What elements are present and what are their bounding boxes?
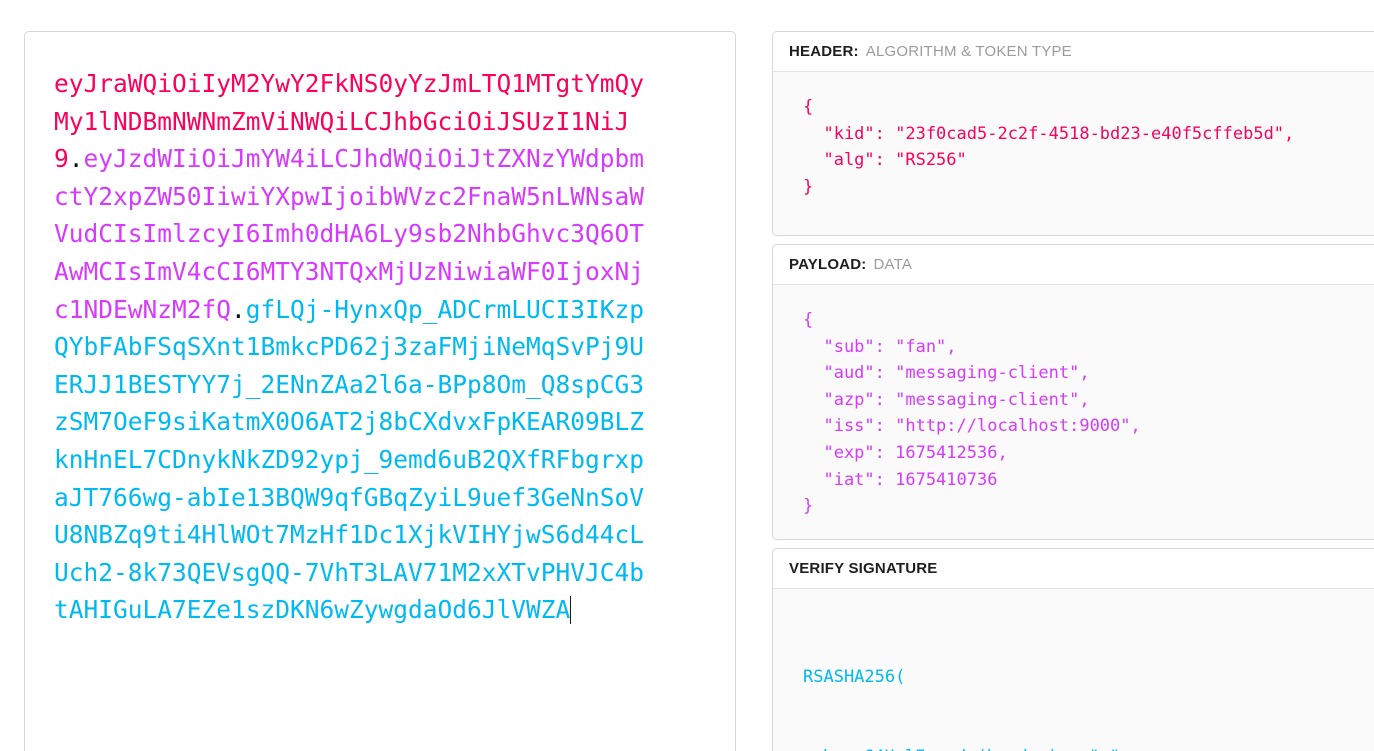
token-separator-1: . — [68, 144, 84, 174]
signature-line-1: RSASHA256( — [803, 667, 906, 688]
verify-signature-section: VERIFY SIGNATURE RSASHA256( base64UrlEnc… — [772, 548, 1374, 751]
text-caret — [570, 596, 572, 625]
signature-formula-body: RSASHA256( base64UrlEncode(header) + "."… — [773, 589, 1374, 751]
decoded-payload-title: PAYLOAD: DATA — [773, 245, 1374, 285]
header-sublabel: ALGORITHM & TOKEN TYPE — [865, 43, 1072, 60]
decoded-header-section: HEADER: ALGORITHM & TOKEN TYPE { "kid": … — [772, 31, 1374, 236]
decoded-header-json[interactable]: { "kid": "23f0cad5-2c2f-4518-bd23-e40f5c… — [773, 72, 1374, 235]
header-label: HEADER: — [789, 43, 859, 60]
decoded-header-title: HEADER: ALGORITHM & TOKEN TYPE — [773, 32, 1374, 72]
encoded-token-panel[interactable]: eyJraWQiOiIyM2YwY2FkNS0yYzJmLTQ1MTgtYmQy… — [24, 31, 736, 751]
decoded-column: HEADER: ALGORITHM & TOKEN TYPE { "kid": … — [772, 31, 1374, 751]
payload-sublabel: DATA — [873, 256, 913, 273]
encoded-token-input[interactable]: eyJraWQiOiIyM2YwY2FkNS0yYzJmLTQ1MTgtYmQy… — [54, 65, 652, 629]
decoded-payload-section: PAYLOAD: DATA { "sub": "fan", "aud": "me… — [772, 244, 1374, 540]
signature-label: VERIFY SIGNATURE — [789, 560, 938, 577]
signature-line-2: base64UrlEncode(header) + "." + — [803, 744, 1374, 751]
jwt-debugger: eyJraWQiOiIyM2YwY2FkNS0yYzJmLTQ1MTgtYmQy… — [0, 0, 1374, 751]
decoded-payload-json[interactable]: { "sub": "fan", "aud": "messaging-client… — [773, 285, 1374, 539]
verify-signature-title: VERIFY SIGNATURE — [773, 549, 1374, 589]
payload-label: PAYLOAD: — [789, 256, 867, 273]
token-separator-2: . — [231, 294, 246, 324]
token-signature-segment: gfLQj-HynxQp_ADCrmLUCI3IKzpQYbFAbFSqSXnt… — [54, 294, 645, 625]
